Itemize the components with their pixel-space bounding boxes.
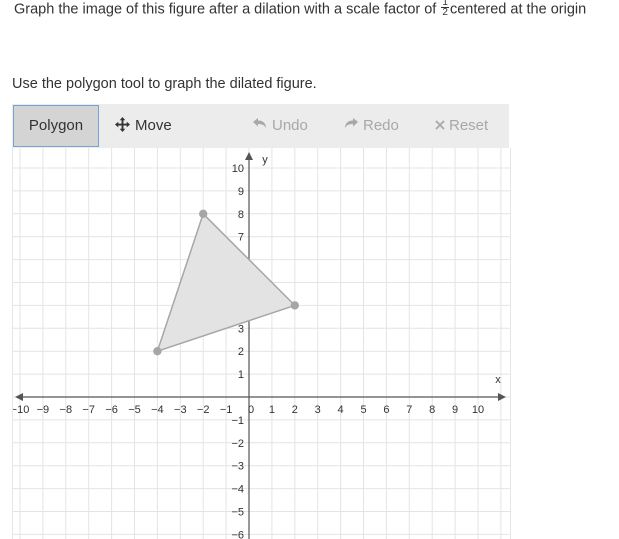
y-tick-label: −5 [231,507,244,519]
x-tick-label: −4 [151,404,164,416]
y-tick-label: −6 [231,529,244,539]
x-tick-label: 2 [292,404,298,416]
redo-arrow-icon [344,104,358,148]
x-axis-arrow-right [498,393,506,401]
fraction-denominator: 2 [442,7,448,18]
coordinate-graph[interactable]: xy−10−9−8−7−6−5−4−3−2−101234567891012345… [12,148,511,539]
question-suffix: centered at the origin [449,1,587,18]
undo-label: Undo [272,117,308,134]
x-tick-label: −8 [60,404,73,416]
y-tick-label: −1 [231,415,244,427]
x-tick-label: −3 [174,404,187,416]
x-tick-label: 8 [429,404,435,416]
y-tick-label: −4 [231,484,244,496]
triangle-vertex-point[interactable] [153,347,162,356]
move-tool-label: Move [135,117,172,134]
graph-toolbar: Polygon Move Undo Redo Reset [12,104,509,148]
x-tick-label: 4 [338,404,344,416]
question-prefix: Graph the image of this figure after a d… [14,1,441,18]
x-tick-label: 5 [360,404,366,416]
y-tick-label: 7 [238,232,244,244]
x-tick-label: −7 [82,404,95,416]
x-tick-label: 3 [315,404,321,416]
y-tick-label: 1 [238,369,244,381]
x-tick-label: −2 [197,404,210,416]
x-tick-label: 0 [248,404,254,416]
x-tick-label: −6 [105,404,118,416]
graph-canvas[interactable]: xy−10−9−8−7−6−5−4−3−2−101234567891012345… [13,148,510,539]
reset-button[interactable]: Reset [435,104,488,148]
x-axis-arrow-left [15,393,23,401]
y-tick-label: 3 [238,323,244,335]
redo-button[interactable]: Redo [344,104,399,148]
y-axis-arrow-up [245,152,253,160]
x-tick-label: 7 [406,404,412,416]
move-arrows-icon [115,104,130,148]
x-tick-label: 9 [452,404,458,416]
polygon-tool-button[interactable]: Polygon [13,105,99,147]
y-tick-label: 8 [238,209,244,221]
x-tick-label: 10 [472,404,484,416]
reset-label: Reset [449,117,489,134]
triangle-vertex-point[interactable] [199,209,208,218]
redo-label: Redo [363,117,399,134]
scale-factor-fraction: 12 [441,0,449,18]
y-axis-label: y [262,154,268,166]
question-text: Graph the image of this figure after a d… [14,0,586,19]
x-tick-label: 6 [383,404,389,416]
y-tick-label: 10 [232,163,244,175]
move-tool-button[interactable]: Move [115,104,172,148]
y-tick-label: 9 [238,186,244,198]
y-tick-label: −3 [231,461,244,473]
x-icon [435,104,445,148]
x-axis-label: x [495,374,501,386]
x-tick-label: −5 [128,404,141,416]
undo-button[interactable]: Undo [253,104,308,148]
y-tick-label: 2 [238,346,244,358]
instruction-text: Use the polygon tool to graph the dilate… [12,76,317,92]
x-tick-label: −10 [13,404,29,416]
triangle-vertex-point[interactable] [290,301,299,310]
undo-arrow-icon [253,104,267,148]
polygon-tool-label: Polygon [28,117,84,134]
y-tick-label: −2 [231,438,244,450]
x-tick-label: −9 [37,404,50,416]
x-tick-label: 1 [269,404,275,416]
